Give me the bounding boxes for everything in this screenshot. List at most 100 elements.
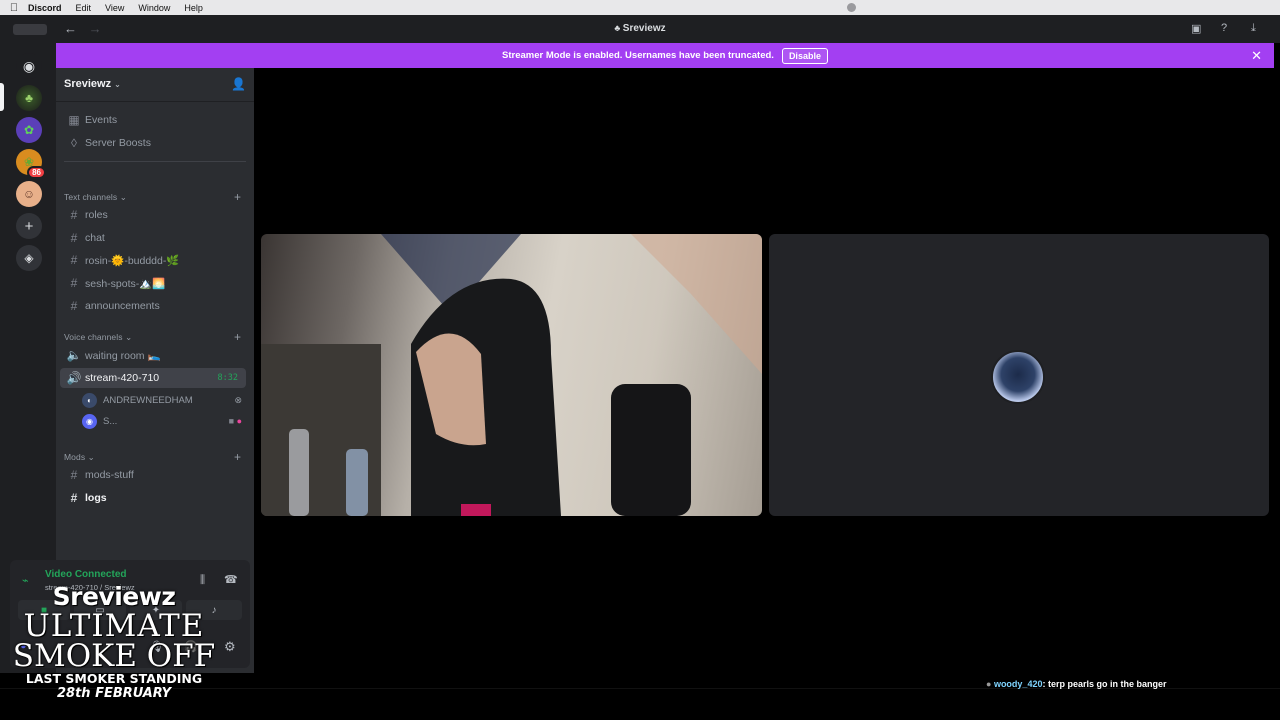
voice-timer: 8:32 [217,373,238,383]
sidebar-item-label: Server Boosts [85,137,151,149]
channel-label: announcements [85,300,160,312]
server-avatar-icon[interactable]: ☺ [16,181,42,207]
category-text-channels[interactable]: Text channels ⌄ + [64,190,241,204]
disconnect-icon[interactable]: ☎ [224,573,238,586]
overlay-subtitle: LAST SMOKER STANDING [25,671,203,686]
voice-user-name: S... [103,415,118,427]
streamer-mode-text: Streamer Mode is enabled. Usernames have… [502,50,774,61]
hash-icon: # [70,491,78,505]
title-bar: ← → ♣ Sreviewz ▣ ? ⤓ [0,15,1280,43]
chevron-down-icon: ⌄ [125,332,133,342]
window-title: ♣ Sreviewz [0,23,1280,34]
macos-menu-bar:  Discord Edit View Window Help [0,0,1280,15]
server-flower-icon[interactable]: ❀ 86 [16,149,46,179]
hash-icon: # [70,468,78,482]
disable-streamer-button[interactable]: Disable [781,47,828,64]
stream-overlay-logo: Sreviewz ULTIMATE SMOKE OFF LAST SMOKER … [8,582,220,701]
download-icon[interactable]: ⤓ [1251,22,1256,35]
video-tile-avatar[interactable] [769,234,1269,516]
server-leaf-icon[interactable]: ✿ [16,117,42,143]
chat-username: woody_420 [993,679,1043,689]
voice-channel-stream-420-710[interactable]: 🔊 stream-420-710 8:32 [60,368,246,388]
menu-help[interactable]: Help [184,3,203,13]
menu-view[interactable]: View [105,3,124,13]
status-dot-icon [847,3,856,12]
category-label: Mods [64,452,86,462]
voice-user[interactable]: ◐ ANDREWNEEDHAM ⊗ [82,390,246,410]
menu-edit[interactable]: Edit [76,3,92,13]
channel-rosin[interactable]: # rosin-🌞-budddd-🌿 [60,250,246,270]
video-tile-camera[interactable] [261,234,762,516]
voice-user[interactable]: ◉ S... ■ ● [82,411,246,431]
channel-announcements[interactable]: # announcements [60,296,246,316]
channel-label: roles [85,209,108,221]
explore-compass-icon[interactable]: ◈ [16,245,42,271]
camera-live-icon: ■ ● [228,416,242,426]
category-label: Text channels [64,192,118,202]
overlay-title-2: SMOKE OFF [12,638,216,674]
hash-icon: # [70,208,78,222]
discord-home-icon[interactable]: ◉ [16,53,42,79]
megaphone-hash-icon: # [70,299,78,313]
menu-window[interactable]: Window [138,3,170,13]
category-mods[interactable]: Mods ⌄ + [64,450,241,464]
menu-app-discord[interactable]: Discord [28,3,62,13]
sidebar-item-events[interactable]: ▦ Events [60,110,246,130]
channel-label: mods-stuff [85,469,134,481]
channel-chat[interactable]: # chat [60,228,246,248]
chat-message: terp pearls go in the banger [1047,679,1167,689]
channel-label: stream-420-710 [85,372,160,384]
channel-label: chat [85,232,105,244]
category-voice-channels[interactable]: Voice channels ⌄ + [64,330,241,344]
boost-icon: ◊ [71,136,77,150]
xbox-icon: ⊗ [234,394,242,405]
add-channel-icon[interactable]: + [234,190,241,204]
channel-label: rosin-🌞-budddd-🌿 [85,254,180,267]
hash-icon: # [70,276,78,290]
chat-badge-icon: ● [986,679,994,689]
add-channel-icon[interactable]: + [234,330,241,344]
avatar: ◐ [82,392,97,408]
streamer-mode-banner: Streamer Mode is enabled. Usernames have… [56,43,1274,68]
channel-label: waiting room 🛌 [85,349,161,362]
invite-people-icon[interactable]: 👤 [231,77,246,91]
avatar: ◉ [82,413,97,429]
user-avatar [991,350,1045,404]
chevron-down-icon: ⌄ [114,80,121,89]
channel-mods-stuff[interactable]: # mods-stuff [60,465,246,485]
overlay-title-1: ULTIMATE [23,608,205,644]
hash-icon: # [70,231,78,245]
channel-roles[interactable]: # roles [60,205,246,225]
server-header[interactable]: Sreviewz ⌄ 👤 [56,68,254,102]
channel-sesh-spots[interactable]: # sesh-spots-🏔️🌅 [60,273,246,293]
server-sreviewz-icon[interactable]: ♣ [16,85,42,111]
channel-logs[interactable]: # logs [60,488,246,508]
sidebar-item-server-boosts[interactable]: ◊ Server Boosts [60,133,246,153]
add-channel-icon[interactable]: + [234,450,241,464]
speaker-active-icon: 🔊 [66,371,82,385]
speaker-icon: 🔈 [66,348,82,362]
server-name: Sreviewz [64,78,112,90]
selected-server-pill [0,83,4,111]
channel-label: logs [85,492,107,504]
chat-overlay-message: ● woody_420: terp pearls go in the bange… [986,679,1167,689]
screen-share-icon[interactable]: ▣ [1191,22,1201,35]
voice-user-name: ANDREWNEEDHAM [103,394,193,406]
window-title-text: Sreviewz [622,23,666,34]
sidebar-item-label: Events [85,114,118,126]
overlay-date: 28th FEBRUARY [56,686,172,701]
add-server-icon[interactable]: + [16,213,42,239]
category-label: Voice channels [64,332,123,342]
voice-status[interactable]: Video Connected [45,569,127,580]
divider [64,161,246,162]
chevron-down-icon: ⌄ [119,192,127,202]
hash-icon: # [70,253,78,267]
apple-icon[interactable]:  [0,2,28,14]
help-icon[interactable]: ? [1221,22,1227,34]
gear-icon[interactable]: ⚙ [224,639,236,655]
voice-channel-waiting-room[interactable]: 🔈 waiting room 🛌 [60,345,246,365]
channel-label: sesh-spots-🏔️🌅 [85,277,166,290]
mention-badge: 86 [27,166,46,179]
close-banner-icon[interactable]: ✕ [1251,48,1262,64]
server-small-icon: ♣ [614,23,623,33]
